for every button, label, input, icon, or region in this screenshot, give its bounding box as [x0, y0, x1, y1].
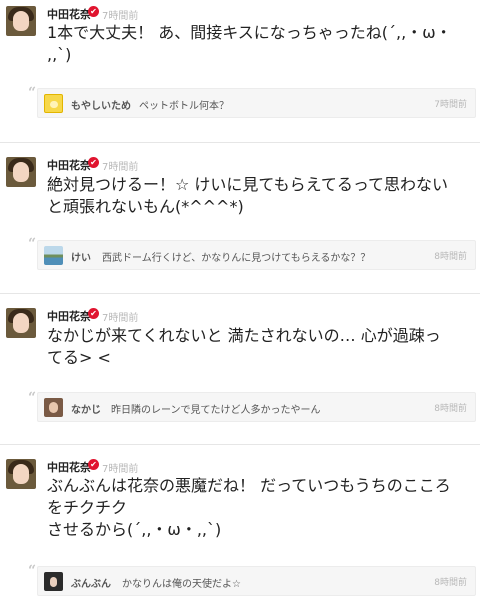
reply-author[interactable]: けい	[71, 249, 91, 264]
reply-card[interactable]: なかじ 昨日隣のレーンで見てたけど人多かったやーん 8時間前	[37, 392, 476, 422]
reply-timestamp: 8時間前	[434, 578, 467, 588]
reply-text: かなりんは俺の天使だよ☆	[122, 579, 241, 590]
author-name[interactable]: 中田花奈	[47, 308, 91, 324]
reply-text: ペットボトル何本？	[139, 101, 229, 112]
post-text-line: をチクチク	[47, 498, 128, 517]
post: 中田花奈 ✔ 7時間前 ぶんぶんは花奈の悪魔だね！ だっていつもうちのこころ を…	[0, 444, 480, 599]
reply-card[interactable]: もやしいため ペットボトル何本？ 7時間前	[37, 88, 476, 118]
quote-icon: “	[28, 236, 37, 252]
post-text-line: 1本で大丈夫！ あ、間接キスになっちゃったね(´,,・ω・	[47, 23, 452, 42]
verified-check-icon: ✔	[88, 6, 99, 17]
reply-card[interactable]: けい 西武ドーム行くけど、かなりんに見つけてもらえるかな？？ 8時間前	[37, 240, 476, 270]
author-name[interactable]: 中田花奈	[47, 6, 91, 22]
post-text: ぶんぶんは花奈の悪魔だね！ だっていつもうちのこころ をチクチク させるから(´…	[47, 475, 451, 541]
post-timestamp: 7時間前	[102, 162, 139, 173]
post: 中田花奈 ✔ 7時間前 絶対見つけるー！☆ けいに見てもらえてるって思わない と…	[0, 142, 480, 291]
post-text-line: ぶんぶんは花奈の悪魔だね！ だっていつもうちのこころ	[47, 476, 451, 495]
reply-card[interactable]: ぶんぶん かなりんは俺の天使だよ☆ 8時間前	[37, 566, 476, 596]
reply-timestamp: 8時間前	[434, 252, 467, 262]
reply-author[interactable]: なかじ	[71, 401, 101, 416]
avatar[interactable]	[44, 94, 63, 113]
reply-text: 西武ドーム行くけど、かなりんに見つけてもらえるかな？？	[102, 253, 371, 264]
post: 中田花奈 ✔ 7時間前 1本で大丈夫！ あ、間接キスになっちゃったね(´,,・ω…	[0, 0, 480, 140]
quote-icon: “	[28, 563, 37, 579]
post-timestamp: 7時間前	[102, 11, 139, 22]
author-name[interactable]: 中田花奈	[47, 157, 91, 173]
verified-check-icon: ✔	[88, 308, 99, 319]
avatar[interactable]	[6, 459, 36, 489]
quote-icon: “	[28, 85, 37, 101]
post-text-line: てる> <	[47, 348, 111, 367]
avatar[interactable]	[44, 398, 63, 417]
post-timestamp: 7時間前	[102, 464, 139, 475]
author-name[interactable]: 中田花奈	[47, 459, 91, 475]
verified-check-icon: ✔	[88, 459, 99, 470]
post-text-line: ,,`)	[47, 45, 72, 64]
avatar[interactable]	[6, 308, 36, 338]
verified-check-icon: ✔	[88, 157, 99, 168]
avatar[interactable]	[6, 6, 36, 36]
post-text-line: と頑張れないもん(*^^^*)	[47, 197, 244, 216]
reply-author[interactable]: ぶんぶん	[71, 575, 111, 590]
avatar[interactable]	[44, 246, 63, 265]
post-text: 絶対見つけるー！☆ けいに見てもらえてるって思わない と頑張れないもん(*^^^…	[47, 174, 448, 218]
post: 中田花奈 ✔ 7時間前 なかじが来てくれないと 満たされないの… 心が過疎っ て…	[0, 293, 480, 442]
reply-timestamp: 7時間前	[434, 100, 467, 110]
post-text: 1本で大丈夫！ あ、間接キスになっちゃったね(´,,・ω・ ,,`)	[47, 22, 452, 66]
reply-timestamp: 8時間前	[434, 404, 467, 414]
quote-icon: “	[28, 390, 37, 406]
post-text: なかじが来てくれないと 満たされないの… 心が過疎っ てる> <	[47, 325, 441, 369]
comment-feed: 中田花奈 ✔ 7時間前 1本で大丈夫！ あ、間接キスになっちゃったね(´,,・ω…	[0, 0, 480, 599]
post-timestamp: 7時間前	[102, 313, 139, 324]
post-text-line: 絶対見つけるー！☆ けいに見てもらえてるって思わない	[47, 175, 449, 194]
reply-author[interactable]: もやしいため	[71, 97, 131, 112]
post-text-line: なかじが来てくれないと 満たされないの… 心が過疎っ	[47, 326, 441, 345]
avatar[interactable]	[6, 157, 36, 187]
post-text-line: させるから(´,,・ω・,,`)	[47, 520, 222, 539]
reply-text: 昨日隣のレーンで見てたけど人多かったやーん	[111, 405, 321, 416]
avatar[interactable]	[44, 572, 63, 591]
